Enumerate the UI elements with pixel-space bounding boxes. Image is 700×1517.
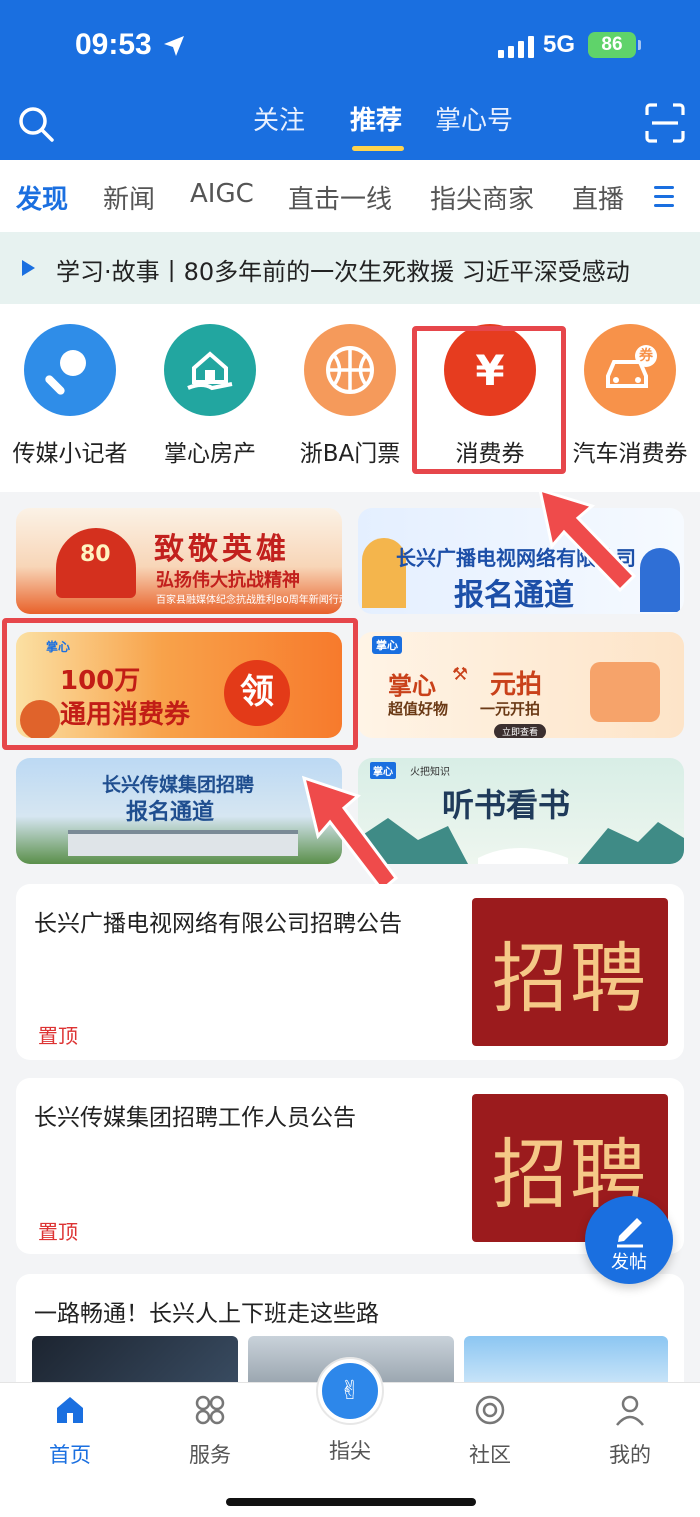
pinned-tag: 置顶 xyxy=(38,1024,78,1048)
banner-salute-heroes[interactable]: 80 致敬英雄 弘扬伟大抗战精神 百家县融媒体纪念抗战胜利80周年新闻行动 xyxy=(16,508,342,614)
scan-icon[interactable] xyxy=(644,102,686,144)
building-illustration xyxy=(68,830,298,856)
battery-indicator: 86 xyxy=(588,32,636,58)
home-indicator xyxy=(226,1498,476,1506)
nav-community[interactable]: 社区 xyxy=(440,1393,540,1469)
car-coupon-badge: 券 xyxy=(639,348,653,364)
play-triangle-icon xyxy=(22,260,35,276)
banner-media-group-recruit[interactable]: 长兴传媒集团招聘 报名通道 xyxy=(16,758,342,864)
category-discover[interactable]: 发现 xyxy=(16,179,68,216)
article-card[interactable]: 长兴广播电视网络有限公司招聘公告 置顶 招聘 xyxy=(16,884,684,1060)
annotation-arrow-icon xyxy=(537,487,637,593)
category-frontline[interactable]: 直击一线 xyxy=(288,179,392,216)
category-aigc[interactable]: AIGC xyxy=(190,179,254,209)
shortcut-label: 浙BA门票 xyxy=(299,441,401,467)
app-header: 09:53 5G 86 关注 推荐 掌心号 xyxy=(0,0,700,160)
banner-title: 致敬英雄 xyxy=(154,532,290,567)
shortcut-label: 传媒小记者 xyxy=(12,441,128,467)
nav-label: 服务 xyxy=(189,1443,231,1467)
view-now-button[interactable]: 立即查看 xyxy=(494,724,547,738)
banner-title: 听书看书 xyxy=(442,786,571,824)
highlight-box-voucher-banner xyxy=(2,618,358,750)
shortcut-label: 掌心房产 xyxy=(164,441,256,467)
nav-label: 社区 xyxy=(469,1443,511,1467)
top-tabs: 关注 推荐 掌心号 xyxy=(0,100,700,150)
shortcut-label: 汽车消费券 xyxy=(572,441,688,467)
nav-label: 我的 xyxy=(609,1443,651,1467)
banner-title: 掌心 xyxy=(388,672,436,700)
category-tabs: 发现 新闻 AIGC 直击一线 指尖商家 直播 xyxy=(0,160,700,232)
article-title: 一路畅通！长兴人上下班走这些路 xyxy=(34,1301,379,1327)
article-title: 长兴传媒集团招聘工作人员公告 xyxy=(34,1105,356,1131)
figure-illustration xyxy=(640,548,680,612)
banner-logo: 掌心 xyxy=(372,636,402,654)
bottom-navigation: 首页 服务 指尖 ✌ 社区 我的 xyxy=(0,1359,700,1517)
location-arrow-icon xyxy=(164,36,184,56)
fingertip-logo-icon[interactable]: ✌ xyxy=(318,1359,382,1423)
article-card[interactable]: 长兴传媒集团招聘工作人员公告 置顶 招聘 xyxy=(16,1078,684,1254)
house-hand-icon xyxy=(164,324,256,416)
grid-services-icon xyxy=(195,1395,225,1425)
nav-label: 首页 xyxy=(49,1443,91,1467)
news-ticker[interactable]: 学习·故事丨80多年前的一次生死救援 习近平深受感动 xyxy=(0,232,700,304)
annotation-arrow-icon xyxy=(301,775,399,893)
highlight-box-voucher xyxy=(412,326,566,474)
community-icon xyxy=(475,1395,505,1425)
pencil-icon xyxy=(617,1218,643,1248)
post-button[interactable]: 发帖 xyxy=(585,1196,673,1284)
shortcut-real-estate[interactable]: 掌心房产 xyxy=(140,324,280,468)
battery-tip xyxy=(638,40,641,50)
banner-subtitle: 报名通道 xyxy=(126,800,215,825)
status-bar: 09:53 5G 86 xyxy=(0,28,700,68)
banner-title-b: 元拍 xyxy=(490,670,543,700)
banner-badge: 80 xyxy=(80,542,111,567)
car-coupon-icon: 券 xyxy=(584,324,676,416)
pinned-tag: 置顶 xyxy=(38,1220,78,1244)
banner-listen-read-books[interactable]: 掌心 火把知识 听书看书 xyxy=(358,758,684,864)
banner-title: 长兴传媒集团招聘 xyxy=(102,774,255,796)
gavel-icon: ⚒ xyxy=(452,664,469,685)
ticker-text: 学习·故事丨80多年前的一次生死救援 习近平深受感动 xyxy=(56,258,630,286)
shortcut-car-voucher[interactable]: 券 汽车消费券 xyxy=(560,324,700,468)
nav-profile[interactable]: 我的 xyxy=(580,1393,680,1469)
nav-services[interactable]: 服务 xyxy=(160,1393,260,1469)
banner-slogan-1: 超值好物 xyxy=(388,700,449,718)
microphone-icon xyxy=(24,324,116,416)
post-button-label: 发帖 xyxy=(611,1252,647,1273)
shortcut-zheba-tickets[interactable]: 浙BA门票 xyxy=(280,324,420,468)
nav-label: 指尖 xyxy=(329,1439,371,1463)
category-merchants[interactable]: 指尖商家 xyxy=(430,179,534,216)
cellular-signal-icon xyxy=(498,36,534,58)
banner-tag: 火把知识 xyxy=(410,767,450,778)
banner-subtitle: 弘扬伟大抗战精神 xyxy=(156,570,300,591)
category-news[interactable]: 新闻 xyxy=(103,179,155,216)
banner-slogan-2: 一元开拍 xyxy=(480,700,541,718)
nav-home[interactable]: 首页 xyxy=(20,1393,120,1469)
status-time: 09:53 xyxy=(75,28,152,61)
active-tab-indicator xyxy=(352,146,404,151)
banner-note: 百家县融媒体纪念抗战胜利80周年新闻行动 xyxy=(156,595,342,606)
tab-follow[interactable]: 关注 xyxy=(253,100,305,137)
basketball-icon xyxy=(304,324,396,416)
category-menu-icon[interactable] xyxy=(654,186,674,213)
article-title: 长兴广播电视网络有限公司招聘公告 xyxy=(34,911,402,937)
article-thumbnail: 招聘 xyxy=(472,898,668,1046)
shortcut-grid: 传媒小记者 掌心房产 浙BA门票 ¥ 消费券 券 汽车消费券 xyxy=(0,304,700,492)
gift-box-icon xyxy=(590,662,660,722)
banner-one-yuan-auction[interactable]: 掌心 掌心 ⚒ 元拍 超值好物 一元开拍 立即查看 xyxy=(358,632,684,738)
home-icon xyxy=(57,1397,83,1423)
tab-zhangxin-account[interactable]: 掌心号 xyxy=(435,100,513,137)
category-live[interactable]: 直播 xyxy=(572,179,624,216)
tab-recommend[interactable]: 推荐 xyxy=(350,100,402,137)
user-icon xyxy=(616,1395,644,1426)
network-type: 5G xyxy=(543,31,576,58)
shortcut-media-reporter[interactable]: 传媒小记者 xyxy=(0,324,140,468)
